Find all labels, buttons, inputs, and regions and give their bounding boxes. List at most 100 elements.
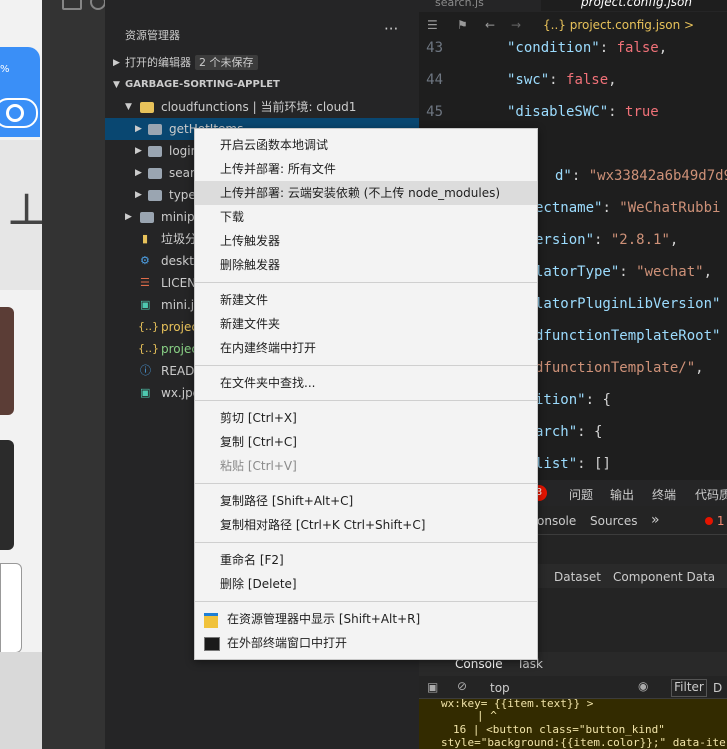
back-arrow-icon[interactable]: ← bbox=[485, 18, 495, 32]
menu-item-copy-relative-path[interactable]: 复制相对路径 [Ctrl+K Ctrl+Shift+C] bbox=[195, 513, 537, 537]
open-editors-section[interactable]: ▶ 打开的编辑器 2 个未保存 bbox=[105, 52, 419, 74]
filter-input[interactable]: Filter bbox=[671, 679, 707, 697]
error-count: 1 bbox=[705, 514, 724, 528]
forward-arrow-icon[interactable]: → bbox=[511, 18, 521, 32]
menu-separator bbox=[195, 400, 537, 401]
sidebar-toggle-icon[interactable]: ▣ bbox=[427, 680, 438, 694]
line-number: 45 bbox=[426, 104, 443, 120]
explorer-title: 资源管理器 bbox=[125, 29, 180, 42]
console-error-message: wx:key= {{item.text}} > | ^ 16 | <button… bbox=[419, 697, 727, 749]
code-line: "condition": false, bbox=[507, 40, 668, 56]
chevron-right-icon: ▶ bbox=[135, 124, 142, 134]
category-card-3[interactable] bbox=[0, 563, 22, 653]
bookmark-icon[interactable]: ⚑ bbox=[457, 18, 468, 32]
menu-item-copy-path[interactable]: 复制路径 [Shift+Alt+C] bbox=[195, 489, 537, 513]
error-icon bbox=[705, 517, 713, 525]
search-icon[interactable] bbox=[90, 0, 106, 10]
tab-problems[interactable]: 问题 bbox=[569, 486, 593, 503]
clear-console-icon[interactable]: ⊘ bbox=[457, 679, 467, 693]
menu-item-local-debug[interactable]: 开启云函数本地调试 bbox=[195, 133, 537, 157]
chevron-down-icon: ▼ bbox=[113, 80, 120, 90]
list-icon[interactable]: ☰ bbox=[427, 18, 438, 32]
tree-item-label: LICEN bbox=[161, 276, 197, 290]
json-icon: {..} bbox=[138, 342, 159, 355]
tab-output[interactable]: 输出 bbox=[610, 486, 634, 503]
menu-item-new-file[interactable]: 新建文件 bbox=[195, 288, 537, 312]
menu-item-copy[interactable]: 复制 [Ctrl+C] bbox=[195, 430, 537, 454]
tab-code-quality[interactable]: 代码质 bbox=[695, 486, 727, 503]
editor-tabs: search.js project.config.json bbox=[419, 0, 727, 12]
cloud-folder-icon bbox=[148, 124, 162, 135]
menu-separator bbox=[195, 483, 537, 484]
activity-bar bbox=[42, 0, 106, 749]
info-icon: ⓘ bbox=[140, 364, 151, 377]
code-line: ectname": "WeChatRubbi bbox=[535, 200, 721, 216]
unsaved-badge: 2 个未保存 bbox=[195, 55, 258, 70]
file-icon: ▮ bbox=[142, 232, 149, 245]
tab-console[interactable]: onsole bbox=[537, 514, 576, 528]
gear-icon: ⚙ bbox=[140, 254, 150, 267]
menu-item-new-folder[interactable]: 新建文件夹 bbox=[195, 312, 537, 336]
tab-search-js[interactable]: search.js bbox=[435, 0, 484, 9]
tree-item-label: cloudfunctions | 当前环境: cloud1 bbox=[161, 100, 357, 114]
tab-dataset[interactable]: Dataset bbox=[554, 570, 601, 584]
menu-item-download[interactable]: 下载 bbox=[195, 205, 537, 229]
more-tabs-icon[interactable]: » bbox=[651, 512, 660, 528]
project-section[interactable]: ▼ GARBAGE-SORTING-APPLET bbox=[105, 74, 419, 96]
capsule-button[interactable] bbox=[0, 98, 38, 128]
terminal-icon bbox=[204, 637, 220, 651]
menu-separator bbox=[195, 365, 537, 366]
more-actions-button[interactable]: ··· bbox=[384, 20, 398, 38]
tab-sources[interactable]: Sources bbox=[590, 514, 637, 528]
menu-item-delete-trigger[interactable]: 删除触发器 bbox=[195, 253, 537, 277]
breadcrumb-path[interactable]: {..} project.config.json > bbox=[543, 18, 694, 32]
tree-item-label: minip bbox=[161, 210, 195, 224]
code-line: ition": { bbox=[535, 392, 611, 408]
battery-text: % bbox=[0, 64, 10, 75]
menu-item-upload-cloud-install[interactable]: 上传并部署: 云端安装依赖 (不上传 node_modules) bbox=[195, 181, 537, 205]
code-line: latorPluginLibVersion" bbox=[535, 296, 721, 312]
category-card-2[interactable] bbox=[0, 440, 14, 550]
menu-item-reveal-in-explorer[interactable]: 在资源管理器中显示 [Shift+Alt+R] bbox=[195, 607, 537, 631]
code-line: "disableSWC": true bbox=[507, 104, 659, 120]
chevron-down-icon: ▼ bbox=[125, 102, 132, 112]
menu-item-delete[interactable]: 删除 [Delete] bbox=[195, 572, 537, 596]
open-editors-label: 打开的编辑器 2 个未保存 bbox=[125, 52, 258, 74]
context-menu: 开启云函数本地调试 上传并部署: 所有文件 上传并部署: 云端安装依赖 (不上传… bbox=[194, 128, 538, 660]
menu-item-cut[interactable]: 剪切 [Ctrl+X] bbox=[195, 406, 537, 430]
code-line: dfunctionTemplate/", bbox=[535, 360, 704, 376]
license-icon: ☰ bbox=[140, 276, 150, 289]
line-number: 44 bbox=[426, 72, 443, 88]
folder-icon bbox=[140, 212, 154, 223]
menu-item-open-terminal[interactable]: 在内建终端中打开 bbox=[195, 336, 537, 360]
eye-icon[interactable]: ◉ bbox=[638, 679, 648, 693]
menu-item-upload-all[interactable]: 上传并部署: 所有文件 bbox=[195, 157, 537, 181]
folder-icon bbox=[148, 168, 162, 179]
folder-open-icon bbox=[140, 102, 154, 113]
image-icon: ▣ bbox=[140, 298, 151, 311]
category-card-1[interactable] bbox=[0, 307, 14, 415]
copy-icon[interactable] bbox=[62, 0, 82, 10]
menu-item-find-in-folder[interactable]: 在文件夹中查找... bbox=[195, 371, 537, 395]
context-select[interactable]: top bbox=[490, 681, 510, 695]
tree-item-label: READ bbox=[161, 364, 195, 378]
tab-project-config[interactable]: project.config.json bbox=[541, 0, 727, 11]
menu-item-rename[interactable]: 重命名 [F2] bbox=[195, 548, 537, 572]
banner-image: ⊥ bbox=[0, 140, 42, 290]
chevron-right-icon: ▶ bbox=[135, 146, 142, 156]
code-line: latorType": "wechat", bbox=[535, 264, 713, 280]
menu-item-upload-trigger[interactable]: 上传触发器 bbox=[195, 229, 537, 253]
chevron-right-icon: ▶ bbox=[135, 168, 142, 178]
tree-item-cloudfunctions[interactable]: ▼ cloudfunctions | 当前环境: cloud1 bbox=[105, 96, 419, 118]
menu-item-open-external-terminal[interactable]: 在外部终端窗口中打开 bbox=[195, 631, 537, 655]
code-line: d": "wx33842a6b49d7d96 bbox=[555, 168, 727, 184]
line-number: 43 bbox=[426, 40, 443, 56]
tab-terminal[interactable]: 终端 bbox=[652, 486, 676, 503]
levels-dropdown[interactable]: D bbox=[713, 681, 722, 695]
preview-footer bbox=[0, 652, 42, 749]
breadcrumb: ☰ ⚑ ← → {..} project.config.json > bbox=[419, 16, 727, 38]
tab-component-data[interactable]: Component Data bbox=[613, 570, 715, 584]
console-line: wx:key= {{item.text}} > bbox=[441, 697, 594, 710]
folder-icon bbox=[148, 146, 162, 157]
record-icon bbox=[6, 104, 24, 122]
